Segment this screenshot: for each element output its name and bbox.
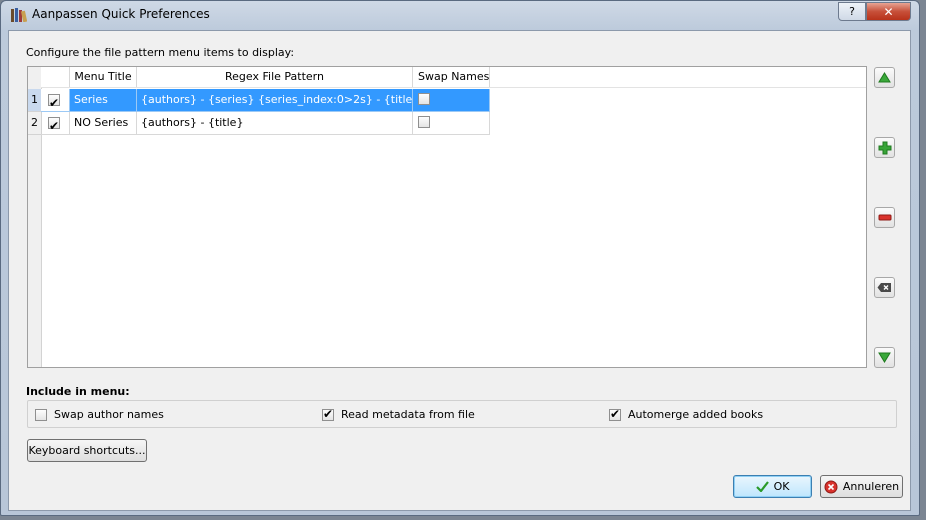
close-button[interactable]: ✕: [866, 2, 911, 21]
ok-label: OK: [773, 480, 790, 493]
clear-icon: [877, 283, 891, 292]
move-down-icon: [878, 352, 891, 363]
remove-button[interactable]: [874, 207, 895, 228]
remove-icon: [878, 214, 891, 220]
header-menu-title[interactable]: Menu Title: [70, 67, 137, 87]
menu-title-cell[interactable]: Series: [70, 89, 137, 112]
menu-title-cell[interactable]: NO Series: [70, 112, 137, 135]
keyboard-shortcuts-button[interactable]: Keyboard shortcuts...: [27, 439, 147, 462]
cancel-label: Annuleren: [842, 480, 900, 493]
enabled-checkbox[interactable]: [48, 92, 60, 111]
configure-label: Configure the file pattern menu items to…: [26, 46, 295, 59]
help-icon: ?: [849, 5, 855, 18]
swap-author-names-label: Swap author names: [54, 408, 164, 421]
window-title: Aanpassen Quick Preferences: [32, 7, 210, 21]
enabled-cell[interactable]: [41, 112, 70, 135]
row-number[interactable]: 2: [28, 112, 41, 135]
include-in-menu-label: Include in menu:: [26, 385, 130, 398]
header-swap-names[interactable]: Swap Names: [413, 67, 490, 87]
checkmark-icon: [755, 481, 769, 492]
automerge-label: Automerge added books: [628, 408, 764, 421]
dialog-window: Aanpassen Quick Preferences ? ✕ Configur…: [0, 0, 920, 516]
pattern-table[interactable]: Menu Title Regex File Pattern Swap Names…: [27, 66, 867, 368]
swap-names-cell[interactable]: [413, 89, 490, 112]
read-metadata-checkbox[interactable]: [322, 407, 334, 421]
swap-author-names-checkbox[interactable]: [35, 408, 47, 421]
row-number[interactable]: 1: [28, 89, 41, 112]
books-app-icon: [11, 8, 27, 22]
automerge-checkbox[interactable]: [609, 407, 621, 421]
include-in-menu-group: Swap author names Read metadata from fil…: [27, 400, 897, 428]
title-bar[interactable]: Aanpassen Quick Preferences ? ✕: [1, 1, 919, 29]
dialog-content: Configure the file pattern menu items to…: [8, 30, 911, 511]
header-regex-pattern[interactable]: Regex File Pattern: [137, 67, 413, 87]
move-down-button[interactable]: [874, 347, 895, 368]
pattern-cell[interactable]: {authors} - {series} {series_index:0>2s}…: [137, 89, 413, 112]
add-icon: [878, 141, 891, 154]
help-button[interactable]: ?: [838, 2, 866, 21]
automerge-option[interactable]: Automerge added books: [609, 407, 764, 421]
swap-names-cell[interactable]: [413, 112, 490, 135]
header-enabled[interactable]: [41, 67, 70, 87]
cancel-button[interactable]: Annuleren: [820, 475, 903, 498]
clear-button[interactable]: [874, 277, 895, 298]
move-up-icon: [878, 72, 891, 83]
cancel-icon: [824, 480, 838, 493]
close-icon: ✕: [883, 4, 894, 19]
add-button[interactable]: [874, 137, 895, 158]
swap-names-checkbox[interactable]: [418, 93, 430, 105]
enabled-checkbox[interactable]: [48, 115, 60, 134]
move-up-button[interactable]: [874, 67, 895, 88]
column-header: Menu Title Regex File Pattern Swap Names: [41, 67, 866, 88]
pattern-cell[interactable]: {authors} - {title}: [137, 112, 413, 135]
enabled-cell[interactable]: [41, 89, 70, 112]
swap-author-names-option[interactable]: Swap author names: [35, 408, 164, 421]
ok-button[interactable]: OK: [733, 475, 812, 498]
table-corner: [28, 67, 42, 87]
read-metadata-option[interactable]: Read metadata from file: [322, 407, 475, 421]
read-metadata-label: Read metadata from file: [341, 408, 475, 421]
swap-names-checkbox[interactable]: [418, 116, 430, 128]
